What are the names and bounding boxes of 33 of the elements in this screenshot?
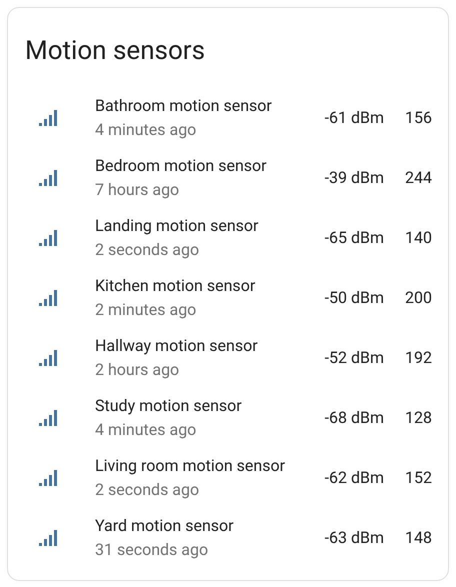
signal-strength: -61 dBm bbox=[324, 107, 384, 129]
signal-strength: -65 dBm bbox=[324, 227, 384, 249]
last-changed: 4 minutes ago bbox=[95, 419, 198, 441]
last-changed: 2 seconds ago bbox=[95, 479, 200, 501]
sensor-value: 148 bbox=[404, 527, 432, 549]
last-changed: 31 seconds ago bbox=[95, 539, 210, 561]
sensor-value: 192 bbox=[404, 347, 432, 369]
sensor-name: Living room motion sensor bbox=[95, 455, 286, 477]
last-changed: 2 hours ago bbox=[95, 359, 180, 381]
sensor-name: Bathroom motion sensor bbox=[95, 95, 273, 117]
sensor-name: Hallway motion sensor bbox=[95, 335, 259, 357]
sensor-name: Bedroom motion sensor bbox=[95, 155, 268, 177]
sensor-name: Landing motion sensor bbox=[95, 215, 260, 237]
sensor-name: Yard motion sensor bbox=[95, 515, 235, 537]
sensor-name: Study motion sensor bbox=[95, 395, 243, 417]
last-changed: 4 minutes ago bbox=[95, 119, 198, 141]
sensor-value: 152 bbox=[404, 467, 432, 489]
sensor-value: 140 bbox=[404, 227, 432, 249]
signal-strength: -50 dBm bbox=[324, 287, 384, 309]
signal-strength: -63 dBm bbox=[324, 527, 384, 549]
sensor-value: 128 bbox=[404, 407, 432, 429]
sensor-name: Kitchen motion sensor bbox=[95, 275, 256, 297]
last-changed: 7 hours ago bbox=[95, 179, 180, 201]
sensor-value: 244 bbox=[404, 167, 432, 189]
signal-strength: -39 dBm bbox=[324, 167, 384, 189]
signal-strength: -52 dBm bbox=[324, 347, 384, 369]
signal-strength: -62 dBm bbox=[324, 467, 384, 489]
sensor-value: 156 bbox=[404, 107, 432, 129]
last-changed: 2 seconds ago bbox=[95, 239, 200, 261]
last-changed: 2 minutes ago bbox=[95, 299, 198, 321]
sensor-value: 200 bbox=[404, 287, 432, 309]
signal-strength: -68 dBm bbox=[324, 407, 384, 429]
card-title: Motion sensors bbox=[25, 35, 206, 68]
